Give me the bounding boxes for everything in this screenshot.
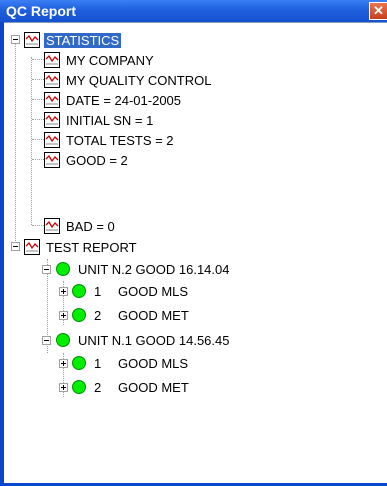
chart-document-icon — [44, 92, 60, 108]
test-report-label: TEST REPORT — [46, 239, 137, 255]
chart-document-icon — [24, 239, 40, 255]
stat-item-label: MY COMPANY — [66, 52, 154, 68]
close-icon: ✕ — [373, 3, 384, 18]
stat-item-label: GOOD = 2 — [66, 152, 128, 168]
unit-label: UNIT N.2 GOOD 16.14.04 — [78, 261, 230, 277]
tree-node-test-report[interactable]: TEST REPORT — [24, 237, 139, 257]
tree-node-stat-item[interactable]: INITIAL SN = 1 — [44, 110, 155, 130]
test-label: GOOD MLS — [118, 283, 189, 299]
tree-line — [32, 119, 44, 120]
chart-document-icon — [44, 218, 60, 234]
stat-item-label: INITIAL SN = 1 — [66, 112, 154, 128]
tree-node-unit[interactable]: UNIT N.1 GOOD 14.56.45 — [56, 330, 232, 350]
chart-document-icon — [44, 72, 60, 88]
status-good-icon — [56, 333, 70, 347]
tree-line — [32, 59, 44, 60]
tree-node-statistics[interactable]: STATISTICS — [24, 30, 123, 50]
tree-line — [31, 57, 32, 225]
statistics-label: STATISTICS — [42, 31, 123, 49]
expand-test-button[interactable] — [59, 311, 68, 320]
collapse-unit-1-button[interactable] — [42, 336, 51, 345]
unit-label: UNIT N.1 GOOD 14.56.45 — [78, 332, 230, 348]
chart-document-icon — [24, 32, 40, 48]
window-title: QC Report — [6, 3, 76, 19]
tree-line — [32, 225, 44, 226]
stat-item-label: BAD = 0 — [66, 218, 115, 234]
close-button[interactable]: ✕ — [369, 2, 387, 20]
collapse-statistics-button[interactable] — [11, 35, 20, 44]
collapse-unit-2-button[interactable] — [42, 265, 51, 274]
stat-item-label: MY QUALITY CONTROL — [66, 72, 212, 88]
tree-node-test[interactable]: 2 GOOD MET — [72, 305, 191, 325]
expand-test-button[interactable] — [59, 359, 68, 368]
expand-test-button[interactable] — [59, 287, 68, 296]
chart-document-icon — [44, 52, 60, 68]
test-number: 2 — [94, 307, 102, 323]
expand-test-button[interactable] — [59, 383, 68, 392]
tree-line — [32, 79, 44, 80]
chart-document-icon — [44, 152, 60, 168]
chart-document-icon — [44, 132, 60, 148]
tree-node-stat-item[interactable]: BAD = 0 — [44, 216, 117, 236]
tree-node-test[interactable]: 1 GOOD MLS — [72, 281, 190, 301]
collapse-test-report-button[interactable] — [11, 242, 20, 251]
test-number: 2 — [94, 379, 102, 395]
test-label: GOOD MET — [118, 307, 189, 323]
stat-item-label: TOTAL TESTS = 2 — [66, 132, 174, 148]
tree-node-stat-item[interactable]: MY QUALITY CONTROL — [44, 70, 213, 90]
report-tree: STATISTICS MY COMPANY MY QUALITY CONTROL… — [4, 23, 387, 483]
tree-node-stat-item[interactable]: GOOD = 2 — [44, 150, 130, 170]
status-good-icon — [72, 380, 86, 394]
tree-node-stat-item[interactable]: TOTAL TESTS = 2 — [44, 130, 176, 150]
tree-node-stat-item[interactable]: MY COMPANY — [44, 50, 156, 70]
status-good-icon — [72, 356, 86, 370]
tree-node-test[interactable]: 1 GOOD MLS — [72, 353, 190, 373]
test-number: 1 — [94, 283, 102, 299]
status-good-icon — [72, 284, 86, 298]
tree-node-stat-item[interactable]: DATE = 24-01-2005 — [44, 90, 183, 110]
status-good-icon — [56, 262, 70, 276]
tree-node-unit[interactable]: UNIT N.2 GOOD 16.14.04 — [56, 259, 232, 279]
chart-document-icon — [44, 112, 60, 128]
tree-node-test[interactable]: 2 GOOD MET — [72, 377, 191, 397]
test-label: GOOD MLS — [118, 355, 189, 371]
stat-item-label: DATE = 24-01-2005 — [66, 92, 182, 108]
tree-line — [32, 159, 44, 160]
test-number: 1 — [94, 355, 102, 371]
tree-line — [15, 39, 16, 247]
report-tree-panel: STATISTICS MY COMPANY MY QUALITY CONTROL… — [4, 22, 387, 483]
tree-line — [32, 139, 44, 140]
title-bar[interactable]: QC Report ✕ — [0, 0, 387, 22]
tree-line — [32, 99, 44, 100]
test-label: GOOD MET — [118, 379, 189, 395]
status-good-icon — [72, 308, 86, 322]
qc-report-window: QC Report ✕ STATISTICS MY COMPANY MY QUA… — [0, 0, 387, 486]
